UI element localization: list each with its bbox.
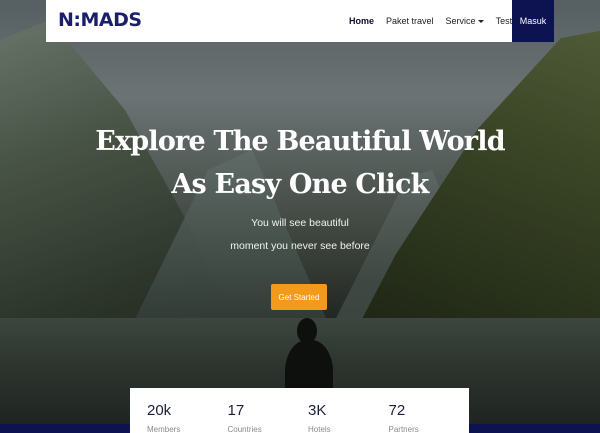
- nav-item-home[interactable]: Home: [349, 16, 374, 26]
- stat-label: Countries: [227, 425, 262, 433]
- nav-item-service-label: Service: [445, 16, 476, 26]
- stat-value: 72: [388, 402, 406, 419]
- stat-label: Hotels: [308, 425, 331, 433]
- nav-item-paket-travel[interactable]: Paket travel: [386, 16, 434, 26]
- login-button[interactable]: Masuk: [512, 0, 554, 42]
- hero-headline-line2: As Easy One Click: [171, 169, 429, 200]
- stat-value: 17: [227, 402, 245, 419]
- stats-card: 20k Members 17 Countries 3K Hotels 72 Pa…: [130, 388, 469, 433]
- stat-countries: 17 Countries: [228, 388, 309, 433]
- stat-hotels: 3K Hotels: [308, 388, 389, 433]
- stat-value: 3K: [308, 402, 327, 419]
- navbar: N:MADS Home Paket travel Service Testimo…: [46, 0, 554, 42]
- hero-headline: Explore The Beautiful World As Easy One …: [0, 120, 600, 206]
- brand-logo[interactable]: N:MADS: [58, 9, 142, 31]
- hero-subtitle: You will see beautiful moment you never …: [0, 212, 600, 258]
- hero-headline-line1: Explore The Beautiful World: [95, 126, 505, 157]
- stat-value: 20k: [147, 402, 172, 419]
- hero-subtitle-line1: You will see beautiful: [251, 217, 349, 229]
- nav-item-service[interactable]: Service: [446, 16, 484, 26]
- hero-section: Explore The Beautiful World As Easy One …: [0, 0, 600, 433]
- stat-members: 20k Members: [147, 388, 228, 433]
- get-started-button[interactable]: Get Started: [271, 284, 327, 310]
- stat-label: Members: [147, 425, 181, 433]
- stat-partners: 72 Partners: [389, 388, 470, 433]
- chevron-down-icon: [477, 20, 484, 24]
- stat-label: Partners: [388, 425, 419, 433]
- hero-subtitle-line2: moment you never see before: [230, 240, 370, 252]
